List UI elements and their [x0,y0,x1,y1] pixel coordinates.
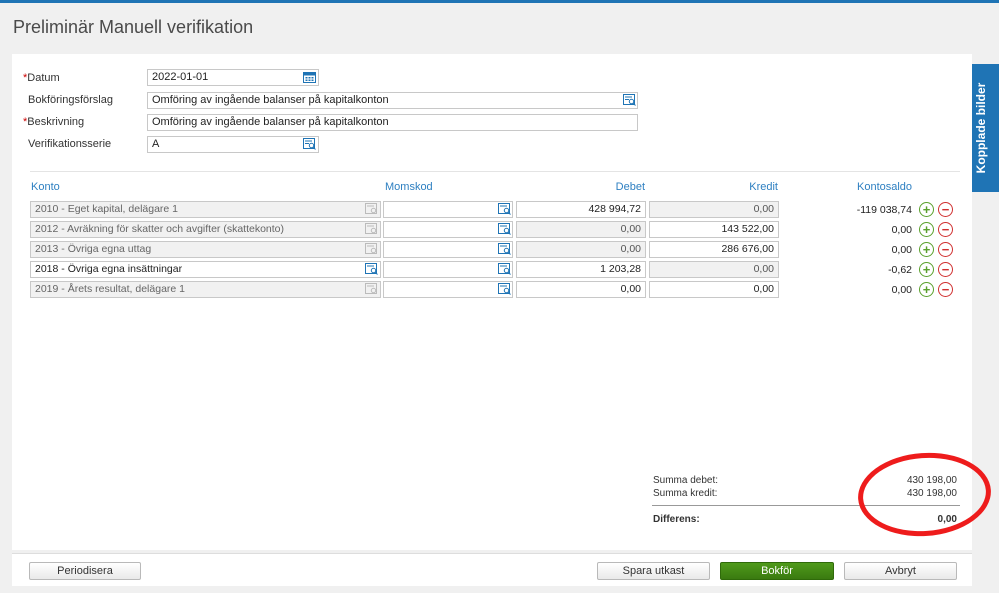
differens-label: Differens: [653,514,700,525]
section-divider [30,171,960,172]
bokforingsforslag-label: Bokföringsförslag [28,94,113,106]
lookup-icon[interactable] [623,94,636,106]
bokforingsforslag-input[interactable]: Omföring av ingående balanser på kapital… [147,92,638,109]
kredit-cell[interactable]: 0,00 [649,281,779,298]
debet-cell[interactable]: 0,00 [516,221,646,238]
konto-cell[interactable]: 2019 - Årets resultat, delägare 1 [30,281,381,298]
lookup-icon[interactable] [498,223,511,235]
kopplade-bilder-label: Kopplade bilder [973,82,988,174]
action-footer: Periodisera Spara utkast Bokför Avbryt [12,553,972,586]
verifikationsserie-label: Verifikationsserie [28,138,112,150]
top-accent-bar [0,0,999,3]
calendar-icon[interactable] [303,71,316,83]
kredit-cell[interactable]: 286 676,00 [649,241,779,258]
kontosaldo-value: 0,00 [891,284,912,296]
summa-kredit-label: Summa kredit: [653,488,718,499]
add-row-icon[interactable]: + [919,282,934,297]
kredit-cell[interactable]: 143 522,00 [649,221,779,238]
lookup-icon[interactable] [498,263,511,275]
lookup-icon[interactable] [365,263,378,275]
kontosaldo-value: -0,62 [888,264,912,276]
verifikationsserie-input[interactable]: A [147,136,319,153]
lookup-icon [365,243,377,254]
debet-cell[interactable]: 0,00 [516,241,646,258]
spara-utkast-button[interactable]: Spara utkast [597,562,710,580]
momskod-cell[interactable] [383,201,513,218]
header-kredit[interactable]: Kredit [649,181,778,193]
header-konto[interactable]: Konto [31,181,60,193]
lookup-icon[interactable] [498,203,511,215]
momskod-cell[interactable] [383,221,513,238]
add-row-icon[interactable]: + [919,242,934,257]
lookup-icon[interactable] [303,138,316,150]
header-debet[interactable]: Debet [516,181,645,193]
add-row-icon[interactable]: + [919,202,934,217]
remove-row-icon[interactable]: − [938,262,953,277]
lookup-icon[interactable] [498,283,511,295]
kredit-cell[interactable]: 0,00 [649,201,779,218]
debet-cell[interactable]: 428 994,72 [516,201,646,218]
beskrivning-input[interactable]: Omföring av ingående balanser på kapital… [147,114,638,131]
debet-cell[interactable]: 1 203,28 [516,261,646,278]
momskod-cell[interactable] [383,261,513,278]
remove-row-icon[interactable]: − [938,222,953,237]
remove-row-icon[interactable]: − [938,282,953,297]
konto-cell[interactable]: 2013 - Övriga egna uttag [30,241,381,258]
kontosaldo-value: 0,00 [891,224,912,236]
beskrivning-label: *Beskrivning [23,116,85,128]
kontosaldo-value: -119 038,74 [856,204,912,216]
kredit-cell[interactable]: 0,00 [649,261,779,278]
verification-panel: *Datum 2022-01-01 Bokföringsförslag Omfö… [12,54,972,550]
kontosaldo-value: 0,00 [891,244,912,256]
datum-input[interactable]: 2022-01-01 [147,69,319,86]
konto-cell[interactable]: 2010 - Eget kapital, delägare 1 [30,201,381,218]
page-title: Preliminär Manuell verifikation [13,17,254,37]
avbryt-button[interactable]: Avbryt [844,562,957,580]
remove-row-icon[interactable]: − [938,202,953,217]
header-kontosaldo[interactable]: Kontosaldo [857,181,912,193]
lookup-icon[interactable] [498,243,511,255]
konto-cell[interactable]: 2012 - Avräkning för skatter och avgifte… [30,221,381,238]
konto-cell[interactable]: 2018 - Övriga egna insättningar [30,261,381,278]
debet-cell[interactable]: 0,00 [516,281,646,298]
periodisera-button[interactable]: Periodisera [29,562,141,580]
datum-label: *Datum [23,72,60,84]
header-momskod[interactable]: Momskod [385,181,433,193]
add-row-icon[interactable]: + [919,222,934,237]
momskod-cell[interactable] [383,281,513,298]
momskod-cell[interactable] [383,241,513,258]
summa-debet-label: Summa debet: [653,475,719,486]
bokfor-button[interactable]: Bokför [720,562,834,580]
lookup-icon [365,283,377,294]
lookup-icon [365,223,377,234]
remove-row-icon[interactable]: − [938,242,953,257]
lookup-icon [365,203,377,214]
add-row-icon[interactable]: + [919,262,934,277]
